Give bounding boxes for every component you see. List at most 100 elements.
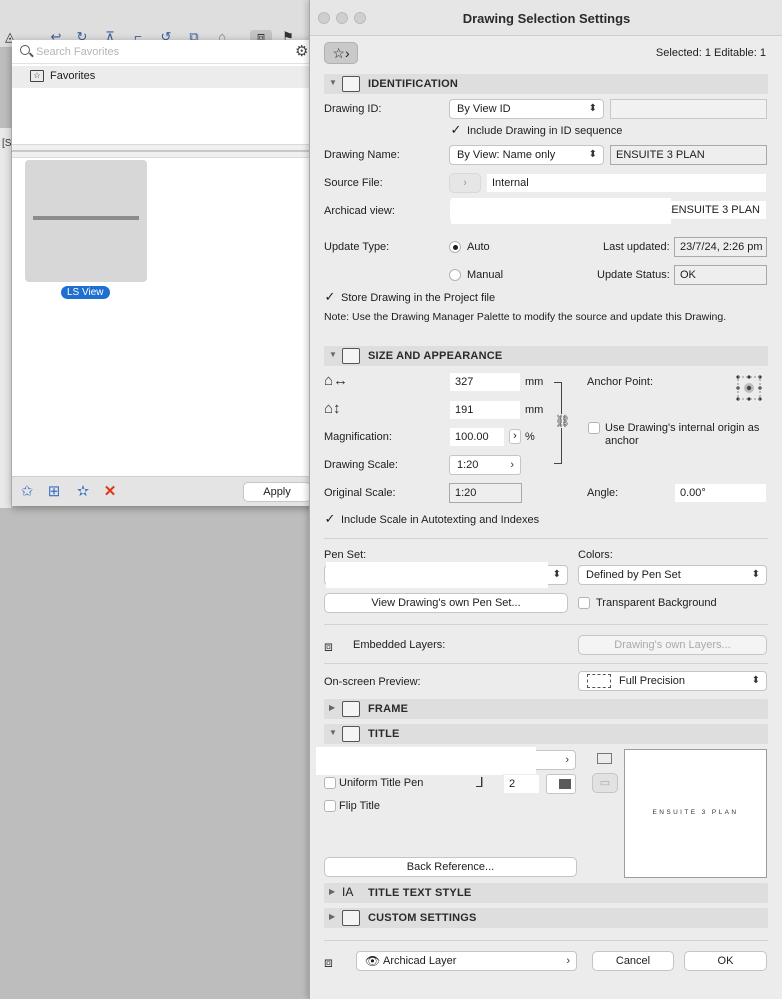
expanded-triangle-icon: ▼ [329, 728, 337, 737]
eye-icon: 👁 [365, 954, 381, 968]
drawing-name-label: Drawing Name: [324, 149, 400, 161]
title-pen-field[interactable]: 2 [503, 774, 540, 794]
star-plus-icon[interactable]: ✩ [18, 483, 36, 501]
section-identification[interactable]: ▼ IDENTIFICATION [324, 74, 768, 94]
drawing-id-field[interactable] [610, 99, 767, 119]
redaction-block [451, 198, 671, 224]
layer-stack-icon: ⧈ [324, 954, 333, 970]
search-icon [20, 45, 30, 55]
colors-popup[interactable]: Defined by Pen Set ⬍ [578, 565, 767, 585]
back-reference-button[interactable]: Back Reference... [324, 857, 577, 877]
flip-title-checkbox[interactable] [324, 800, 336, 812]
internal-origin-checkbox[interactable] [588, 422, 600, 434]
cancel-button[interactable]: Cancel [592, 951, 674, 971]
drawing-id-popup[interactable]: By View ID ⬍ [449, 99, 604, 119]
chain-link-icon[interactable]: ⛓ [555, 414, 571, 428]
title-position-icon[interactable] [597, 753, 612, 764]
source-file-arrow-button[interactable]: › [449, 173, 481, 193]
include-scale-checkbox[interactable]: ✓ [324, 512, 336, 525]
height-icon: ⌂↕ [324, 400, 341, 417]
drawing-settings-dialog: Drawing Selection Settings ☆› Selected: … [309, 0, 782, 999]
layer-popup[interactable]: 👁 Archicad Layer › [356, 951, 577, 971]
title-bar: Drawing Selection Settings [310, 0, 782, 36]
own-layers-button[interactable]: Drawing's own Layers... [578, 635, 767, 655]
up-down-arrows-icon: ⬍ [751, 569, 760, 580]
drawing-scale-value: 1:20 [457, 459, 479, 471]
title-preview: ENSUITE 3 PLAN [624, 749, 767, 878]
favorites-search-input[interactable] [36, 43, 284, 61]
favorites-star-button[interactable]: ☆› [324, 42, 358, 64]
update-auto-label: Auto [467, 241, 490, 253]
section-frame[interactable]: ▶ FRAME [324, 699, 768, 719]
section-size-appearance[interactable]: ▼ SIZE AND APPEARANCE [324, 346, 768, 366]
drawing-name-popup-value: By View: Name only [457, 149, 556, 161]
angle-field[interactable]: 0.00° [674, 483, 767, 503]
dialog-title: Drawing Selection Settings [462, 11, 631, 26]
section-title-text-style[interactable]: ▶ IA TITLE TEXT STYLE [324, 883, 768, 903]
transparent-background-checkbox[interactable] [578, 597, 590, 609]
favorite-item-label[interactable]: LS View [61, 286, 110, 299]
section-custom-settings[interactable]: ▶ CUSTOM SETTINGS [324, 908, 768, 928]
favorite-thumbnail[interactable] [25, 160, 147, 282]
uniform-title-pen-checkbox[interactable] [324, 777, 336, 789]
uniform-title-pen-label: Uniform Title Pen [339, 777, 424, 789]
folder-plus-icon[interactable]: ⊞ [45, 483, 63, 501]
pen-color-swatch [559, 779, 571, 789]
pen-set-label: Pen Set: [324, 549, 367, 561]
drawing-id-label: Drawing ID: [324, 103, 382, 115]
favorites-folder-row[interactable]: ☆ Favorites [12, 66, 322, 88]
star-folder-icon: ☆ [30, 70, 44, 82]
update-auto-radio[interactable] [449, 241, 461, 253]
star-refresh-icon[interactable]: ✫ [74, 483, 92, 501]
redaction-block [316, 747, 536, 775]
favorites-splitter[interactable] [12, 144, 322, 158]
drawing-scale-popup[interactable]: 1:20 › [449, 455, 521, 475]
background-panel-text: [S [2, 138, 12, 149]
favorites-popover: ⚙› ☆ Favorites LS View ✩ ⊞ ✫ ✕ Apply › [12, 40, 322, 506]
magnification-percent: % [525, 431, 535, 443]
chevron-right-icon: › [510, 459, 514, 471]
collapsed-triangle-icon: ▶ [329, 912, 336, 921]
width-unit: mm [525, 376, 544, 388]
update-manual-radio[interactable] [449, 269, 461, 281]
pen-color-button[interactable] [546, 774, 576, 794]
original-scale-label: Original Scale: [324, 487, 396, 499]
title-settings-button[interactable]: ▭ [592, 773, 618, 793]
ok-button[interactable]: OK [684, 951, 767, 971]
layers-icon: ⧈ [324, 638, 333, 654]
divider [324, 538, 768, 539]
drawing-name-popup[interactable]: By View: Name only ⬍ [449, 145, 604, 165]
section-size-title: SIZE AND APPEARANCE [368, 350, 503, 362]
on-screen-preview-label: On-screen Preview: [324, 676, 421, 688]
favorites-search-bar: ⚙› [12, 40, 322, 64]
store-drawing-label: Store Drawing in the Project file [341, 292, 496, 304]
section-custom-settings-title: CUSTOM SETTINGS [368, 912, 477, 924]
apply-button[interactable]: Apply [243, 482, 311, 502]
selection-count: Selected: 1 Editable: 1 [655, 47, 766, 59]
anchor-point-grid[interactable] [736, 375, 762, 401]
expanded-triangle-icon: ▼ [329, 78, 337, 87]
height-unit: mm [525, 404, 544, 416]
view-pen-set-button[interactable]: View Drawing's own Pen Set... [324, 593, 568, 613]
magnification-stepper[interactable]: › [509, 429, 521, 444]
up-down-arrows-icon: ⬍ [552, 569, 561, 580]
internal-origin-label: Use Drawing's internal origin as anchor [605, 422, 760, 447]
preview-popup[interactable]: Full Precision ⬍ [578, 671, 767, 691]
magnification-field[interactable]: 100.00 [449, 427, 505, 447]
height-field[interactable]: 191 [449, 400, 521, 420]
width-field[interactable]: 327 [449, 372, 521, 392]
update-manual-label: Manual [467, 269, 504, 281]
divider [324, 663, 768, 664]
section-title[interactable]: ▼ TITLE [324, 724, 768, 744]
colors-label: Colors: [578, 549, 613, 561]
up-down-arrows-icon: ⬍ [588, 103, 597, 114]
section-title-text-style-title: TITLE TEXT STYLE [368, 887, 472, 899]
pen-icon: ⅃ [476, 774, 484, 790]
include-scale-label: Include Scale in Autotexting and Indexes [341, 514, 540, 526]
title-icon [342, 726, 360, 742]
drawing-scale-label: Drawing Scale: [324, 459, 398, 471]
preview-popup-value: Full Precision [619, 675, 686, 687]
include-sequence-checkbox[interactable]: ✓ [450, 123, 462, 136]
store-drawing-checkbox[interactable]: ✓ [324, 290, 336, 303]
delete-icon[interactable]: ✕ [101, 483, 119, 501]
